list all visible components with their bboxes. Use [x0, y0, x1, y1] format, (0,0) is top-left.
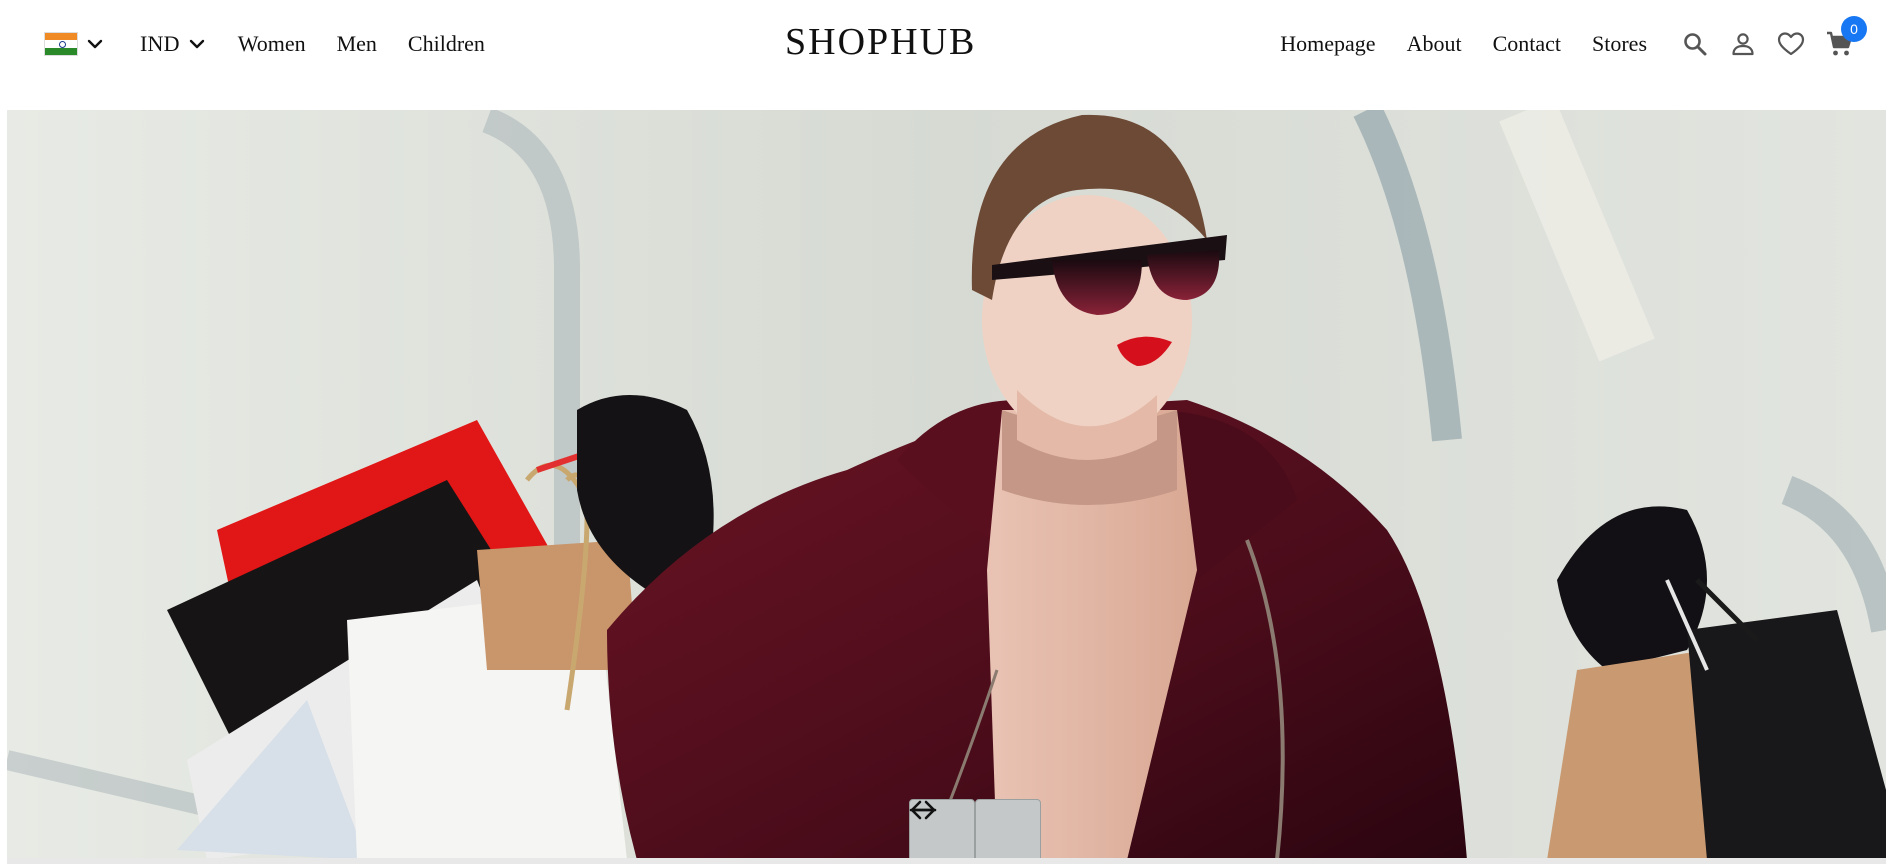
- hero-banner: [7, 110, 1886, 860]
- country-selector[interactable]: [44, 32, 106, 56]
- chevron-down-icon: [186, 33, 208, 55]
- nav-link-stores[interactable]: Stores: [1592, 31, 1647, 57]
- hero-image: [7, 110, 1886, 860]
- header-right: Homepage About Contact Stores 0: [1249, 16, 1867, 64]
- main-nav: Homepage About Contact Stores: [1249, 31, 1647, 57]
- slider-controls: [909, 799, 1041, 860]
- category-nav: Women Men Children: [238, 31, 516, 57]
- nav-link-women[interactable]: Women: [238, 31, 306, 57]
- chevron-down-icon: [84, 33, 106, 55]
- india-flag-icon: [44, 32, 78, 56]
- nav-link-homepage[interactable]: Homepage: [1280, 31, 1375, 57]
- currency-label: IND: [140, 31, 180, 56]
- slider-next-button[interactable]: [909, 799, 1041, 860]
- header-left: IND Women Men Children: [44, 24, 516, 64]
- cart-icon[interactable]: 0: [1825, 16, 1867, 58]
- arrow-right-icon: [909, 800, 936, 820]
- nav-link-men[interactable]: Men: [337, 31, 377, 57]
- heart-icon[interactable]: [1777, 30, 1805, 58]
- nav-link-contact[interactable]: Contact: [1493, 31, 1561, 57]
- header-icons: 0: [1681, 16, 1867, 58]
- cart-count-badge: 0: [1841, 16, 1867, 42]
- currency-selector[interactable]: IND: [140, 31, 208, 57]
- section-divider: [7, 858, 1886, 864]
- user-icon[interactable]: [1729, 30, 1757, 58]
- site-logo[interactable]: SHOPHUB: [785, 20, 976, 64]
- site-header: IND Women Men Children SHOPHUB Homepage …: [0, 0, 1893, 88]
- search-icon[interactable]: [1681, 30, 1709, 58]
- nav-link-about[interactable]: About: [1407, 31, 1462, 57]
- nav-link-children[interactable]: Children: [408, 31, 485, 57]
